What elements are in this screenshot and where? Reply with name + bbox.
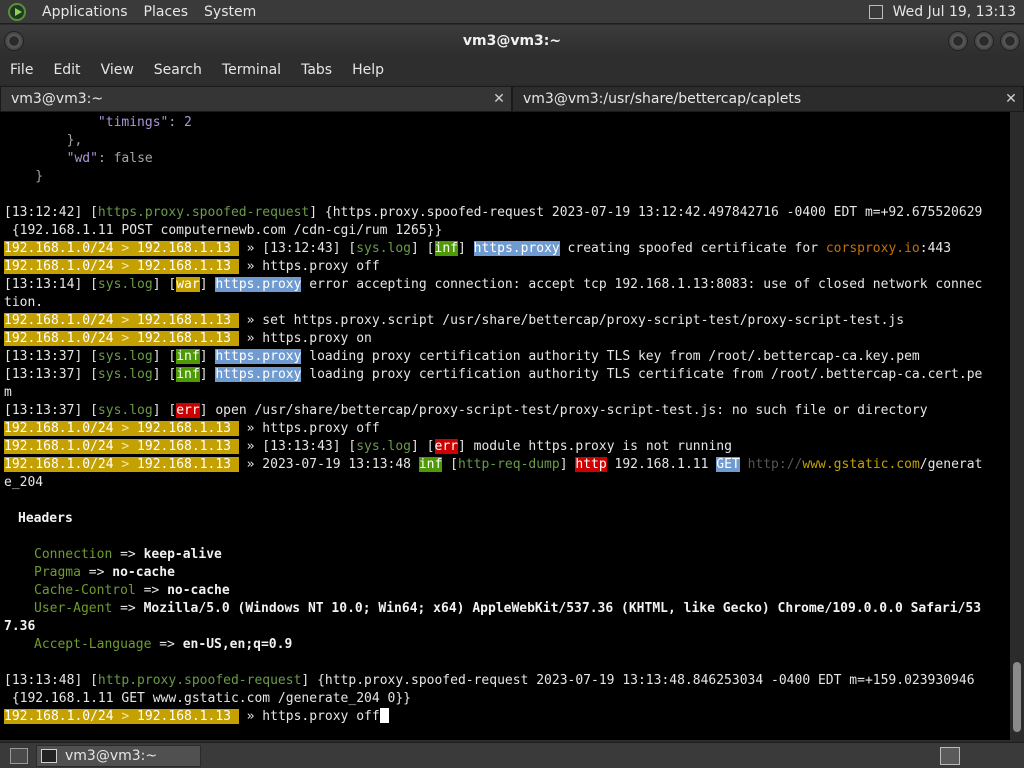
- taskbar-window-label: vm3@vm3:~: [65, 747, 158, 764]
- taskbar-window-button[interactable]: vm3@vm3:~: [36, 744, 201, 767]
- header-row: User-Agent => Mozilla/5.0 (Windows NT 10…: [34, 601, 982, 616]
- window-title: vm3@vm3:~: [462, 32, 562, 49]
- window-menu-button[interactable]: [4, 31, 24, 51]
- menu-view[interactable]: View: [91, 62, 144, 78]
- terminal-line: {192.168.1.11 GET www.gstatic.com /gener…: [4, 691, 411, 706]
- close-icon[interactable]: ✕: [491, 91, 507, 107]
- terminal-line: 192.168.1.0/24 > 192.168.1.13 » 2023-07-…: [4, 457, 983, 472]
- headers-title: Headers: [18, 511, 73, 526]
- window-titlebar[interactable]: vm3@vm3:~: [0, 25, 1024, 56]
- terminal-line: [13:13:37] [sys.log] [err] open /usr/sha…: [4, 403, 928, 418]
- terminal-line: 192.168.1.0/24 > 192.168.1.13 » [13:13:4…: [4, 439, 732, 454]
- tab-label: vm3@vm3:/usr/share/bettercap/caplets: [523, 91, 802, 107]
- menu-edit[interactable]: Edit: [43, 62, 90, 78]
- terminal-line: "timings": 2: [97, 115, 192, 130]
- terminal-line: [13:12:42] [https.proxy.spoofed-request]…: [4, 205, 983, 220]
- terminal-line: "wd": false: [66, 151, 153, 166]
- prompt: 192.168.1.0/24 > 192.168.1.13: [4, 457, 239, 472]
- tab-bar: vm3@vm3:~ ✕ vm3@vm3:/usr/share/bettercap…: [0, 86, 1024, 112]
- terminal-line: }: [4, 169, 44, 184]
- notification-icon[interactable]: [868, 4, 883, 19]
- terminal-line: 7.36: [4, 619, 36, 634]
- panel-clock[interactable]: Wed Jul 19, 13:13: [889, 4, 1020, 20]
- menu-terminal[interactable]: Terminal: [212, 62, 291, 78]
- terminal-line: {192.168.1.11 POST computernewb.com /cdn…: [4, 223, 443, 238]
- header-row: Accept-Language => en-US,en;q=0.9: [34, 637, 293, 652]
- header-row: Cache-Control => no-cache: [34, 583, 230, 598]
- top-panel: Applications Places System Wed Jul 19, 1…: [0, 0, 1024, 24]
- close-window-button[interactable]: [1000, 31, 1020, 51]
- menu-search[interactable]: Search: [144, 62, 212, 78]
- terminal-line: 192.168.1.0/24 > 192.168.1.13 » https.pr…: [4, 421, 380, 436]
- scrollbar-thumb[interactable]: [1013, 662, 1021, 732]
- terminal-line: [13:13:14] [sys.log] [war] https.proxy e…: [4, 277, 983, 292]
- close-icon[interactable]: ✕: [1003, 91, 1019, 107]
- prompt: 192.168.1.0/24 > 192.168.1.13: [4, 259, 239, 274]
- terminal-line: [13:13:37] [sys.log] [inf] https.proxy l…: [4, 367, 983, 382]
- terminal-icon: [41, 748, 57, 763]
- maximize-button[interactable]: [974, 31, 994, 51]
- show-desktop-icon[interactable]: [10, 747, 28, 764]
- terminal-line: 192.168.1.0/24 > 192.168.1.13 » https.pr…: [4, 331, 372, 346]
- terminal-line: [13:13:48] [http.proxy.spoofed-request] …: [4, 673, 975, 688]
- panel-menu-applications[interactable]: Applications: [34, 4, 136, 20]
- prompt: 192.168.1.0/24 > 192.168.1.13: [4, 331, 239, 346]
- prompt: 192.168.1.0/24 > 192.168.1.13: [4, 439, 239, 454]
- menu-help[interactable]: Help: [342, 62, 394, 78]
- menu-file[interactable]: File: [0, 62, 43, 78]
- terminal-line: 192.168.1.0/24 > 192.168.1.13 » https.pr…: [4, 708, 389, 726]
- tab-caplets[interactable]: vm3@vm3:/usr/share/bettercap/caplets ✕: [512, 86, 1024, 112]
- panel-menu-places[interactable]: Places: [136, 4, 197, 20]
- prompt: 192.168.1.0/24 > 192.168.1.13: [4, 241, 239, 256]
- minimize-button[interactable]: [948, 31, 968, 51]
- prompt: 192.168.1.0/24 > 192.168.1.13: [4, 313, 239, 328]
- terminal-line: m: [4, 385, 12, 400]
- prompt: 192.168.1.0/24 > 192.168.1.13: [4, 709, 239, 724]
- menubar: File Edit View Search Terminal Tabs Help: [0, 56, 1024, 84]
- menu-tabs[interactable]: Tabs: [291, 62, 342, 78]
- header-row: Connection => keep-alive: [34, 547, 222, 562]
- terminal-line: [13:13:37] [sys.log] [inf] https.proxy l…: [4, 349, 920, 364]
- header-row: Pragma => no-cache: [34, 565, 175, 580]
- text-cursor: [379, 708, 389, 723]
- terminal-line: 192.168.1.0/24 > 192.168.1.13 » [13:12:4…: [4, 241, 952, 256]
- tab-home[interactable]: vm3@vm3:~ ✕: [0, 86, 512, 112]
- prompt: 192.168.1.0/24 > 192.168.1.13: [4, 421, 239, 436]
- workspace-switcher-icon[interactable]: [940, 746, 960, 765]
- terminal-line: 192.168.1.0/24 > 192.168.1.13 » https.pr…: [4, 259, 380, 274]
- distro-logo-icon[interactable]: [8, 2, 26, 21]
- terminal-scrollbar[interactable]: [1010, 112, 1024, 740]
- terminal-line: tion.: [4, 295, 44, 310]
- panel-menu-system[interactable]: System: [196, 4, 264, 20]
- terminal-line: },: [4, 133, 83, 148]
- terminal-line: e_204: [4, 475, 44, 490]
- bottom-taskbar: vm3@vm3:~: [0, 742, 1024, 768]
- terminal-line: 192.168.1.0/24 > 192.168.1.13 » set http…: [4, 313, 905, 328]
- tab-label: vm3@vm3:~: [11, 91, 104, 107]
- terminal-output[interactable]: "timings": 2 }, "wd": false } [13:12:42]…: [0, 112, 1010, 740]
